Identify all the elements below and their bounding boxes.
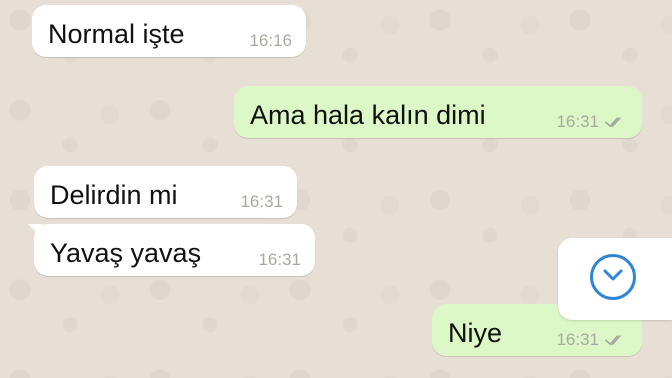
message-text: Niye [448,318,503,348]
message-bubble-outgoing[interactable]: Ama hala kalın dimi 16:31 [234,86,642,138]
message-meta: 16:31 [556,113,628,130]
message-meta: 16:31 [258,251,301,268]
message-text: Yavaş yavaş [50,238,202,268]
chat-thread: Normal işte 16:16 Ama hala kalın dimi 16… [0,0,672,378]
message-text: Normal işte [48,19,185,49]
message-text: Delirdin mi [50,180,178,210]
scroll-to-bottom-button[interactable] [558,238,672,320]
double-check-icon [604,333,628,347]
message-time: 16:31 [556,112,599,131]
message-time: 16:16 [249,31,292,50]
message-time: 16:31 [240,192,283,211]
message-bubble-incoming[interactable]: Delirdin mi 16:31 [34,166,297,218]
message-meta: 16:31 [240,193,283,210]
chevron-down-icon [603,269,623,281]
message-text: Ama hala kalın dimi [250,100,486,130]
double-check-icon [604,115,628,129]
message-meta: 16:16 [249,32,292,49]
message-meta: 16:31 [556,331,628,348]
message-time: 16:31 [258,250,301,269]
message-bubble-incoming[interactable]: Yavaş yavaş 16:31 [34,224,315,276]
message-time: 16:31 [556,330,599,349]
message-bubble-incoming[interactable]: Normal işte 16:16 [32,5,306,57]
